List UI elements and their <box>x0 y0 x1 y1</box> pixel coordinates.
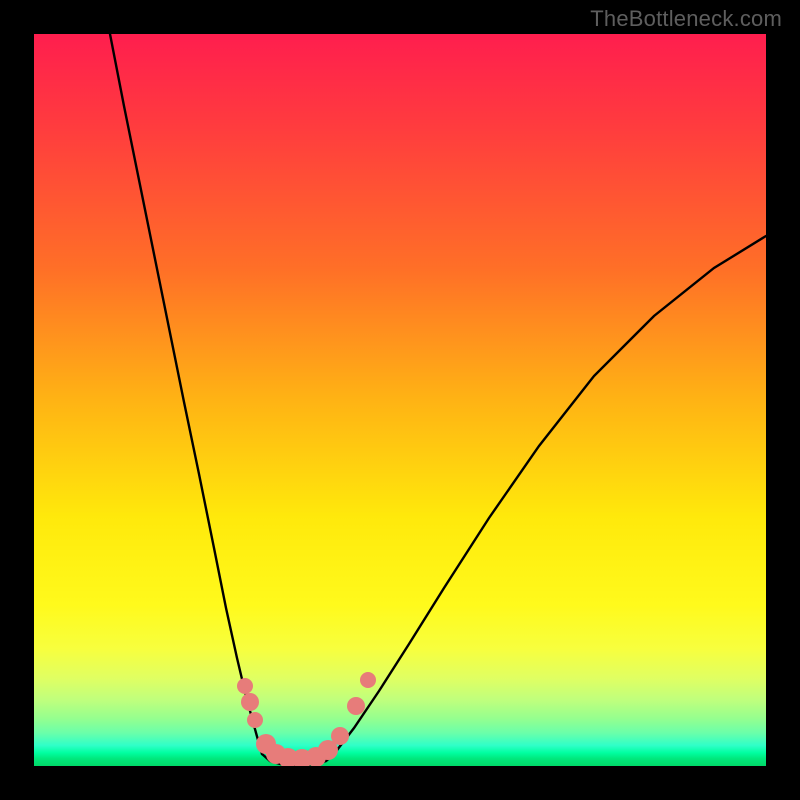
trough-marker <box>360 672 376 688</box>
attribution-label: TheBottleneck.com <box>590 6 782 32</box>
bottleneck-curve <box>34 34 766 766</box>
trough-marker <box>247 712 263 728</box>
trough-marker <box>331 727 349 745</box>
curve-right-branch <box>334 236 766 754</box>
chart-frame: TheBottleneck.com <box>0 0 800 800</box>
curve-path-group <box>110 34 766 765</box>
curve-left-branch <box>110 34 262 754</box>
trough-marker <box>237 678 253 694</box>
trough-marker <box>347 697 365 715</box>
plot-area <box>34 34 766 766</box>
trough-marker <box>241 693 259 711</box>
trough-markers <box>237 672 376 766</box>
